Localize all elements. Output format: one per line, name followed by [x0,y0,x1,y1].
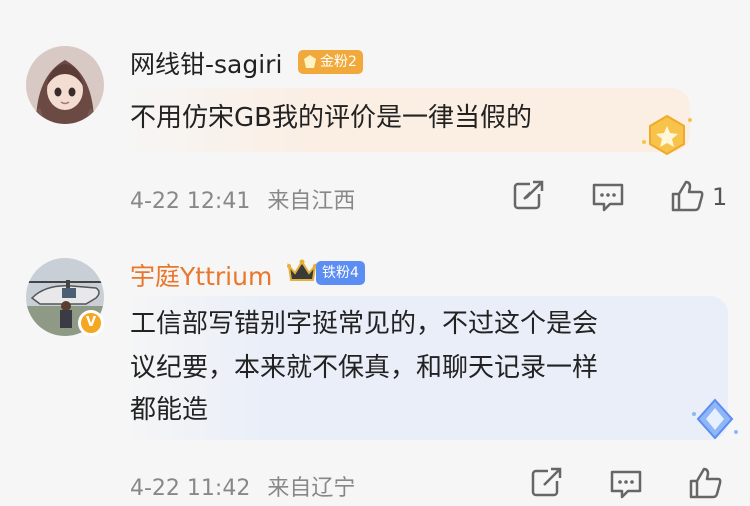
verified-badge-icon: V [78,310,104,336]
fan-badge[interactable]: 金粉2 [298,50,363,74]
like-icon[interactable] [668,176,708,216]
avatar[interactable] [26,46,104,124]
comment-text-line: 都能造 [130,395,209,425]
blue-sparkle-icon [692,398,738,440]
username[interactable]: 宇庭Yttrium [130,257,272,293]
comment-time: 4-22 11:42 [130,476,251,501]
comment-location: 来自江西 [267,189,356,214]
comment-meta: 4-22 12:41 来自江西 [130,183,365,215]
comment-icon[interactable] [606,463,646,503]
gold-sparkle-icon [642,114,692,156]
like-count: 1 [712,183,728,211]
comment-item: V 宇庭Yttrium 铁粉4 工信部写错别字挺常见的，不过这个是会 议纪要，本… [0,236,750,506]
fan-badge-label: 铁粉4 [322,265,359,281]
crown-icon [287,259,317,281]
comment-item: 网线钳-sagiri 金粉2 不用仿宋GB我的评价是一律当假的 4-22 12:… [0,0,750,236]
comment-time: 4-22 12:41 [130,189,251,214]
comment-text-line: 工信部写错别字挺常见的，不过这个是会 [130,309,599,339]
comment-location: 来自辽宁 [267,476,356,501]
share-icon[interactable] [508,176,548,216]
share-icon[interactable] [526,463,566,503]
fan-badge[interactable]: 铁粉4 [316,261,365,285]
comment-icon[interactable] [588,176,628,216]
gold-fan-icon [304,55,316,68]
comment-meta: 4-22 11:42 来自辽宁 [130,470,365,502]
like-icon[interactable] [686,463,726,503]
fan-badge-label: 金粉2 [320,54,357,70]
comment-text: 不用仿宋GB我的评价是一律当假的 [130,103,532,133]
comment-text-line: 议纪要，本来就不保真，和聊天记录一样 [130,353,599,383]
username[interactable]: 网线钳-sagiri [130,45,282,81]
